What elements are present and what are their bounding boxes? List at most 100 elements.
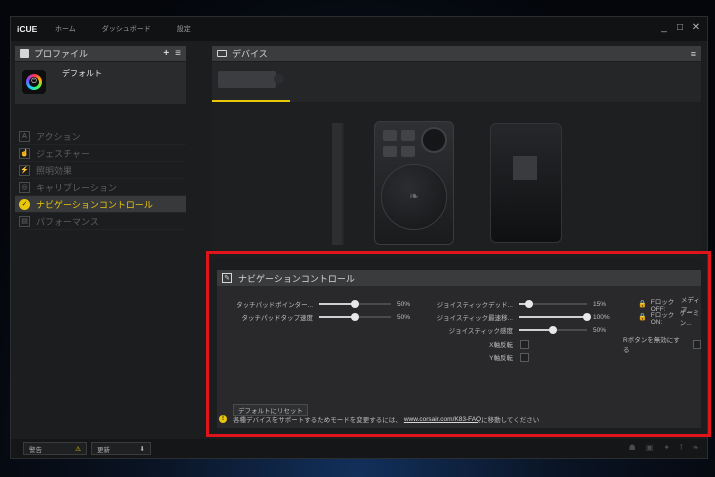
r-button-checkbox[interactable] [692, 339, 701, 349]
nav-dashboard[interactable]: ダッシュボード [102, 24, 151, 34]
y-invert-checkbox[interactable] [520, 352, 529, 362]
keyboard-keys-image [332, 123, 344, 245]
menu-item-navigation-control[interactable]: ✓ ナビゲーションコントロール [15, 196, 186, 213]
warning-button[interactable]: 警告 ⚠ [23, 442, 87, 455]
community-icon[interactable]: ☗ [629, 443, 636, 452]
flock-on-row: 🔒 Fロック ON: ゲーミン... [638, 310, 701, 327]
joystick-deadzone-value: 15% [593, 300, 607, 308]
profile-card[interactable]: ⏻ デフォルト [15, 62, 186, 104]
bottom-bar: 警告 ⚠ 更新 ⬇ ☗ ▣ ✦ f ❧ [11, 439, 707, 458]
menu-item-calibration[interactable]: ◎ キャリブレーション [15, 179, 186, 196]
devices-header: デバイス ≡ [212, 46, 701, 61]
joystick-max-row: ジョイスティック最速移... 100% [413, 312, 615, 322]
menu-item-label: アクション [36, 131, 81, 142]
device-thumbnails [212, 62, 701, 102]
faq-link[interactable]: www.corsair.com/K83-FAQ [404, 416, 481, 423]
menu-item-label: ナビゲーションコントロール [36, 199, 153, 210]
close-button[interactable]: ✕ [691, 22, 701, 34]
joystick-max-label: ジョイスティック最速移... [436, 315, 513, 322]
touchpad-pointer-label: タッチパッドポインター... [236, 302, 313, 309]
touchpad-disc-image [381, 164, 447, 230]
corsair-icon[interactable]: ❧ [692, 443, 699, 452]
joystick-max-slider[interactable] [519, 313, 591, 321]
lightning-icon: ⚡ [19, 164, 30, 176]
joystick-deadzone-slider[interactable] [519, 300, 587, 308]
twitter-icon[interactable]: ✦ [663, 443, 670, 452]
device-back-image [490, 123, 562, 243]
info-line: ! 各種デバイスをサポートするためモードを変更するには、 www.corsair… [219, 414, 539, 424]
touchpad-pointer-row: タッチパッドポインター... 50% [225, 299, 419, 309]
y-invert-row: Y軸反転 [413, 352, 529, 362]
joystick-sensitivity-row: ジョイスティック感度 50% [413, 325, 615, 335]
joystick-deadzone-row: ジョイスティックデッド... 15% [413, 299, 615, 309]
profile-name: デフォルト [62, 69, 102, 78]
lock-icon: 🔒 [638, 301, 647, 308]
profile-folder-icon [20, 49, 29, 58]
app-brand: iCUE [17, 24, 38, 34]
device-thumbnail-k83[interactable] [216, 68, 286, 94]
joystick-max-value: 100% [593, 313, 610, 321]
update-label: 更新 [97, 446, 110, 454]
minimize-button[interactable]: _ [659, 22, 669, 34]
keyboard-icon [217, 50, 227, 57]
x-invert-label: X軸反転 [489, 342, 513, 349]
nav-home[interactable]: ホーム [55, 24, 76, 34]
devices-menu-icon[interactable]: ≡ [691, 49, 696, 59]
nav-settings[interactable]: 設定 [177, 24, 191, 34]
gesture-icon: ☝ [19, 147, 30, 159]
profile-logo-icon: ⏻ [22, 70, 46, 94]
joystick-sensitivity-label: ジョイスティック感度 [448, 328, 513, 335]
actions-icon: A [19, 130, 30, 142]
touchpad-tap-slider[interactable] [319, 313, 391, 321]
social-links: ☗ ▣ ✦ f ❧ [629, 443, 699, 452]
x-invert-checkbox[interactable] [520, 339, 529, 349]
nav-control-header: ✎ ナビゲーションコントロール [217, 270, 701, 286]
touchpad-tap-label: タッチパッドタップ速度 [241, 315, 314, 322]
device-preview [212, 103, 701, 258]
joystick-deadzone-label: ジョイスティックデッド... [436, 302, 513, 309]
profile-menu-icon[interactable]: ≡ [175, 48, 181, 59]
desktop-background: iCUE ホーム ダッシュボード 設定 _ □ ✕ プロファイル + ≡ ⏻ デ… [0, 0, 715, 477]
flock-on-value[interactable]: ゲーミン... [680, 307, 701, 327]
selected-device-indicator [212, 100, 290, 102]
info-icon: ! [219, 415, 227, 423]
navigation-control-panel: ✎ ナビゲーションコントロール タッチパッドポインター... 50% タッチパッ… [217, 270, 701, 428]
devices-title: デバイス [232, 49, 268, 59]
calibration-icon: ◎ [19, 181, 30, 193]
joystick-sensitivity-slider[interactable] [519, 326, 587, 334]
top-bar: iCUE ホーム ダッシュボード 設定 _ □ ✕ [11, 17, 707, 41]
flock-on-label: Fロック ON: [650, 311, 675, 326]
menu-item-label: キャリブレーション [36, 182, 117, 193]
download-icon: ⬇ [139, 445, 145, 453]
x-invert-row: X軸反転 [413, 339, 529, 349]
joystick-image [421, 127, 447, 153]
r-button-label: Rボタンを無効にする [623, 337, 680, 354]
lock-icon: 🔒 [638, 314, 647, 321]
window-controls: _ □ ✕ [659, 22, 701, 34]
check-icon: ✓ [19, 198, 30, 210]
touchpad-pointer-slider[interactable] [319, 300, 391, 308]
menu-item-gestures[interactable]: ☝ ジェスチャー [15, 145, 186, 162]
forum-icon[interactable]: ▣ [646, 443, 654, 452]
edit-icon: ✎ [222, 273, 232, 283]
maximize-button[interactable]: □ [675, 22, 685, 34]
r-button-row: Rボタンを無効にする [623, 337, 701, 354]
menu-item-label: ジェスチャー [36, 148, 90, 159]
info-text: 各種デバイスをサポートするためモードを変更するには、 [233, 417, 402, 424]
update-button[interactable]: 更新 ⬇ [91, 442, 151, 455]
warning-label: 警告 [29, 446, 42, 454]
y-invert-label: Y軸反転 [489, 355, 513, 362]
menu-item-performance[interactable]: ▤ パフォーマンス [15, 213, 186, 230]
navigation-pad-image [374, 121, 454, 245]
feature-menu: A アクション ☝ ジェスチャー ⚡ 照明効果 ◎ キャリブレーション ✓ ナビ… [15, 128, 186, 230]
profiles-title: プロファイル [34, 49, 89, 59]
add-profile-button[interactable]: + [163, 48, 169, 59]
menu-item-actions[interactable]: A アクション [15, 128, 186, 145]
icue-window: iCUE ホーム ダッシュボード 設定 _ □ ✕ プロファイル + ≡ ⏻ デ… [10, 16, 708, 459]
facebook-icon[interactable]: f [680, 443, 682, 452]
menu-item-lighting[interactable]: ⚡ 照明効果 [15, 162, 186, 179]
left-panel: プロファイル + ≡ ⏻ デフォルト A アクション ☝ ジェスチャー ⚡ 照明… [15, 46, 186, 436]
nav-control-title: ナビゲーションコントロール [238, 273, 355, 284]
info-suffix: に移動してください [481, 417, 540, 424]
joystick-sensitivity-value: 50% [593, 326, 607, 334]
